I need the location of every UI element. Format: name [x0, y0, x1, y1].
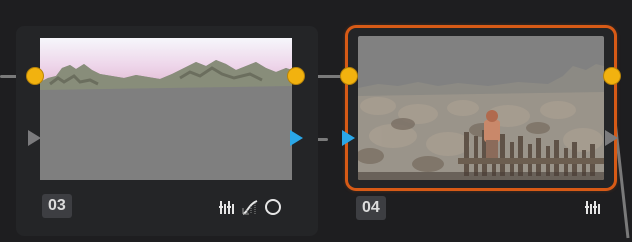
node-04-thumbnail: [358, 36, 604, 180]
node-03-key-input-port[interactable]: [28, 130, 42, 146]
node-03-thumbnail: [40, 38, 292, 180]
node-04-rgb-output-port[interactable]: [603, 67, 621, 85]
node-03-tool-icons: [218, 198, 282, 216]
power-window-circle-icon: [265, 199, 281, 215]
color-wheels-icon: [219, 201, 234, 214]
node-04-rgb-input-port[interactable]: [340, 67, 358, 85]
node-04-key-output-port[interactable]: [605, 130, 619, 146]
node-editor[interactable]: 03 04: [0, 0, 632, 242]
node-03-rgb-output-port[interactable]: [287, 67, 305, 85]
curves-icon: [242, 200, 258, 215]
node-03[interactable]: 03: [16, 26, 318, 236]
node-04-tool-icons: [584, 198, 602, 216]
node-03-rgb-input-port[interactable]: [26, 67, 44, 85]
node-03-label[interactable]: 03: [42, 194, 72, 218]
node-04[interactable]: [348, 28, 614, 188]
node-03-key-output-port[interactable]: [290, 130, 304, 146]
node-04-key-input-port[interactable]: [342, 130, 356, 146]
node-04-label[interactable]: 04: [356, 196, 386, 220]
color-wheels-icon: [585, 201, 600, 214]
